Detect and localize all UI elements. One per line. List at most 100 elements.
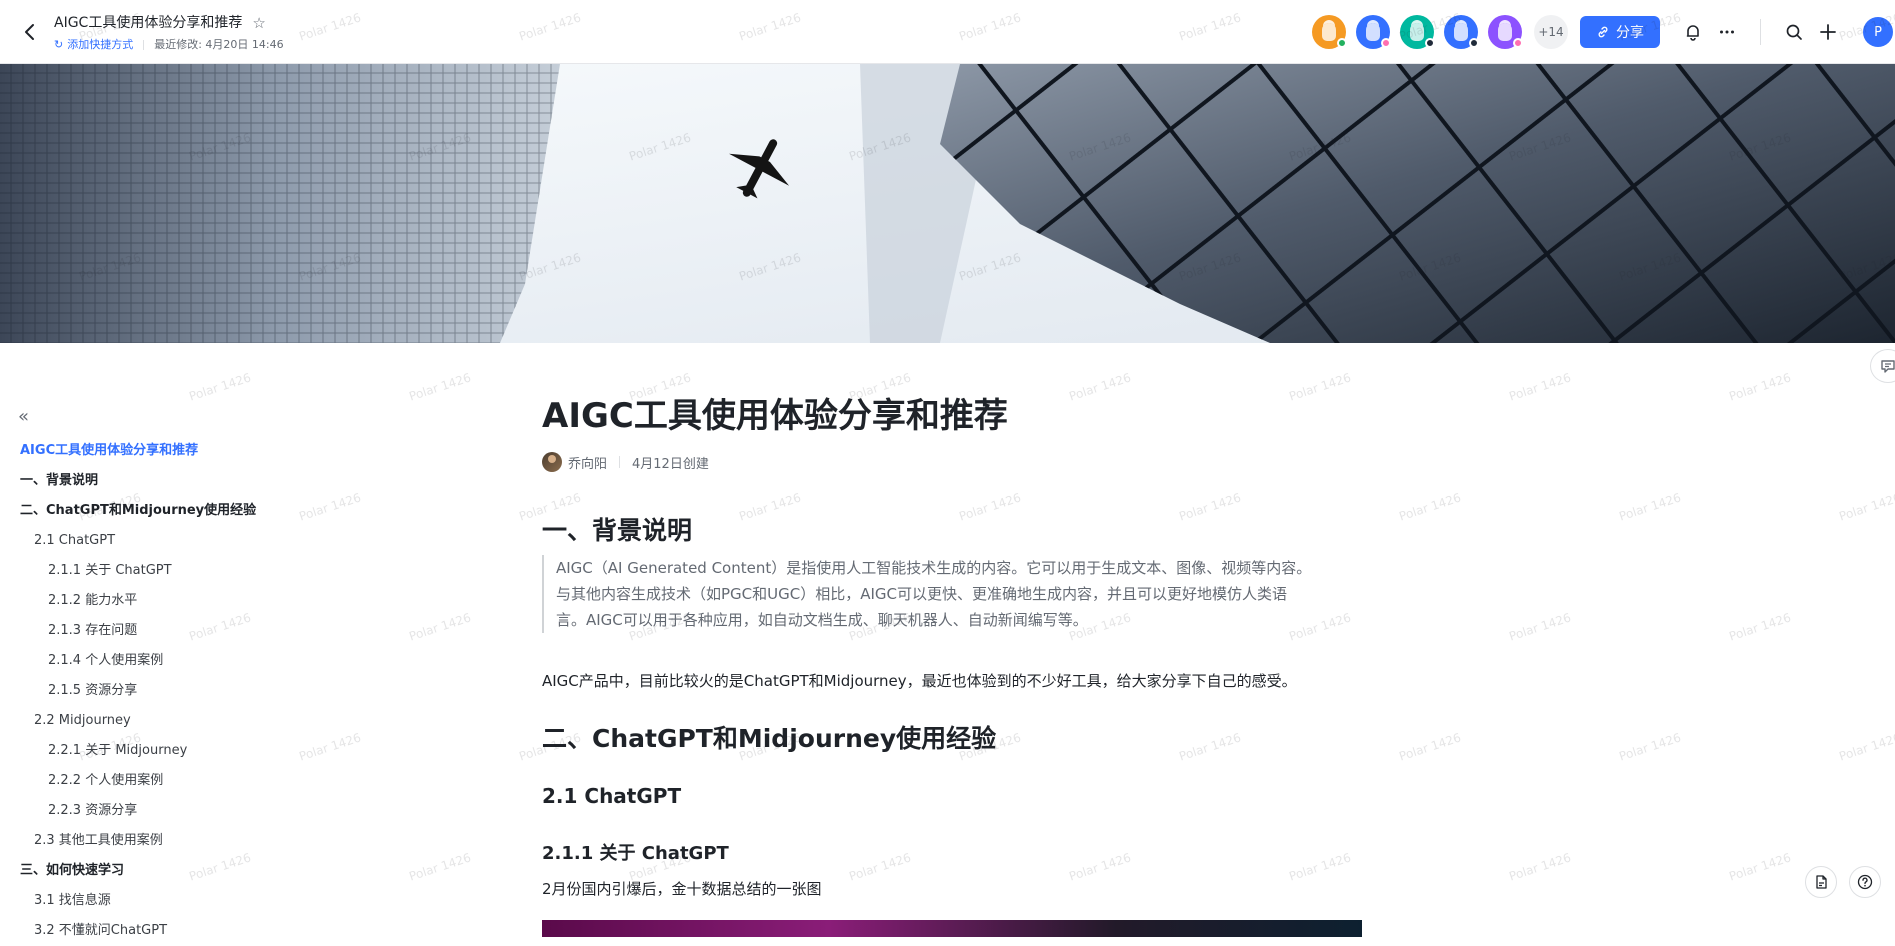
watermark-text: Polar 1426 [1507,610,1574,644]
subsection-heading: 2.1.1 关于 ChatGPT [542,843,729,864]
meta-divider [619,456,621,468]
author-name: 乔向阳 [568,456,608,472]
watermark-text: Polar 1426 [407,370,474,404]
search-button[interactable] [1777,15,1811,49]
cover-image [0,64,1895,343]
status-dot [1337,38,1347,48]
toc-item[interactable]: 3.2 不懂就问ChatGPT [20,916,350,946]
toc-item[interactable]: AIGC工具使用体验分享和推荐 [20,436,350,466]
create-button[interactable] [1811,15,1845,49]
page-title: AIGC工具使用体验分享和推荐 [542,396,1008,436]
question-icon [1857,874,1873,890]
search-icon [1786,24,1802,40]
toc-item[interactable]: 2.1.1 关于 ChatGPT [20,556,350,586]
collaborator-avatar[interactable] [1356,15,1391,49]
document-icon [1816,875,1827,889]
comment-button[interactable] [1870,349,1895,383]
toc-item[interactable]: 2.1 ChatGPT [20,526,350,556]
watermark-text: Polar 1426 [1507,370,1574,404]
quote-line: AIGC（AI Generated Content）是指使用人工智能技术生成的内… [556,559,1312,577]
floating-actions [1805,866,1881,898]
comment-icon [1881,360,1895,373]
toc-item[interactable]: 2.3 其他工具使用案例 [20,826,350,856]
collaborator-avatar[interactable] [1400,15,1435,49]
toc-item[interactable]: 2.2.1 关于 Midjourney [20,736,350,766]
document-tools-button[interactable] [1805,866,1837,898]
toc-item[interactable]: 2.2 Midjourney [20,706,350,736]
toc-item[interactable]: 2.1.3 存在问题 [20,616,350,646]
person-icon [1454,23,1468,41]
toc-item[interactable]: 3.1 找信息源 [20,886,350,916]
toc-item[interactable]: 二、ChatGPT和Midjourney使用经验 [20,496,350,526]
shortcut-label: 添加快捷方式 [67,38,134,51]
watermark-text: Polar 1426 [1727,610,1794,644]
watermark-text: Polar 1426 [1727,370,1794,404]
plus-icon [1820,24,1836,40]
notification-button[interactable] [1676,15,1710,49]
person-icon [1498,23,1512,41]
bell-icon [1686,25,1699,41]
toc-item[interactable]: 2.1.4 个人使用案例 [20,646,350,676]
watermark-text: Polar 1426 [1837,490,1895,524]
divider [143,40,145,50]
status-dot [1425,38,1435,48]
share-label: 分享 [1616,25,1644,41]
left-building-windows [0,64,560,343]
subsection-heading: 2.1 ChatGPT [542,784,682,808]
watermark-text: Polar 1426 [1837,730,1895,764]
collaborator-avatar[interactable] [1488,15,1523,49]
watermark-text: Polar 1426 [1507,850,1574,884]
embedded-image[interactable] [542,920,1362,937]
link-icon [1598,26,1608,38]
status-dot [1469,38,1479,48]
author[interactable]: 乔向阳 [542,452,607,472]
collaborator-avatars [1312,15,1523,49]
user-avatar[interactable]: P [1863,17,1893,47]
toc-item[interactable]: 一、背景说明 [20,466,350,496]
watermark-text: Polar 1426 [1397,490,1464,524]
quote-line: 言。AIGC可以用于各种应用，如自动文档生成、聊天机器人、自动新闻编写等。 [556,611,1088,629]
paragraph: 2月份国内引爆后，金十数据总结的一张图 [542,880,822,898]
watermark-text: Polar 1426 [1397,730,1464,764]
toc-item[interactable]: 2.2.3 资源分享 [20,796,350,826]
collaborator-avatar[interactable] [1444,15,1479,49]
table-of-contents: AIGC工具使用体验分享和推荐 一、背景说明 二、ChatGPT和Midjour… [20,436,350,946]
status-dot [1381,38,1391,48]
watermark-text: Polar 1426 [187,370,254,404]
author-avatar [542,452,562,472]
share-button[interactable]: 分享 [1580,16,1660,48]
person-icon [1322,23,1336,41]
section-heading: 一、背景说明 [542,516,693,545]
more-icon [1720,30,1734,34]
toc-item[interactable]: 2.1.2 能力水平 [20,586,350,616]
document-meta: 乔向阳 4月12日创建 [542,452,1362,472]
document-title[interactable]: AIGC工具使用体验分享和推荐 [54,12,242,34]
watermark-text: Polar 1426 [407,850,474,884]
star-icon[interactable]: ☆ [252,12,265,34]
watermark-text: Polar 1426 [1617,730,1684,764]
shortcut-icon: ↻ [54,38,64,51]
toolbar-divider [1760,19,1761,45]
quote-line: 与其他内容生成技术（如PGC和UGC）相比，AIGC可以更快、更准确地生成内容，… [556,585,1288,603]
toc-item[interactable]: 三、如何快速学习 [20,856,350,886]
document-header: AIGC工具使用体验分享和推荐 ☆ ↻ 添加快捷方式 最近修改: 4月20日 1… [54,12,284,54]
section-heading: 二、ChatGPT和Midjourney使用经验 [542,724,997,753]
more-options-button[interactable] [1710,15,1744,49]
watermark-text: Polar 1426 [1727,850,1794,884]
document-body: AIGC工具使用体验分享和推荐 乔向阳 4月12日创建 一、背景说明 AIGC（… [542,392,1362,902]
more-collaborators-button[interactable]: +14 [1534,15,1568,49]
collapse-toc-button[interactable]: « [18,408,38,428]
person-icon [1410,23,1424,41]
person-icon [1366,23,1380,41]
chevron-left-icon [25,24,34,40]
toc-item[interactable]: 2.1.5 资源分享 [20,676,350,706]
back-button[interactable] [18,20,42,44]
status-dot [1513,38,1523,48]
help-button[interactable] [1849,866,1881,898]
toc-item[interactable]: 2.2.2 个人使用案例 [20,766,350,796]
collaborator-avatar[interactable] [1312,15,1347,49]
watermark-text: Polar 1426 [1617,490,1684,524]
add-shortcut-link[interactable]: ↻ 添加快捷方式 [54,36,133,54]
paragraph: AIGC产品中，目前比较火的是ChatGPT和Midjourney，最近也体验到… [542,672,1297,690]
city-airplane-illustration [0,64,1895,343]
